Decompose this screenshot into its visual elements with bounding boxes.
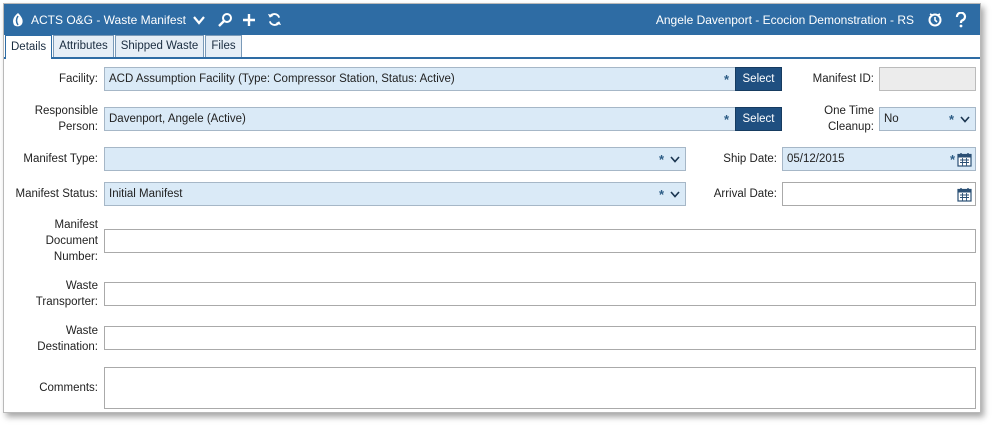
add-icon[interactable] — [238, 9, 260, 31]
manifest-type-select[interactable]: * — [104, 147, 686, 171]
manifest-type-label: Manifest Type: — [23, 153, 98, 165]
waste-transporter-label-line1: Waste — [65, 280, 98, 292]
app-title: ACTS O&G - Waste Manifest — [31, 12, 186, 27]
chevron-down-icon[interactable] — [668, 190, 682, 198]
one-time-cleanup-select[interactable]: No * — [879, 107, 976, 131]
help-icon[interactable] — [950, 9, 972, 31]
settings-clock-icon[interactable] — [924, 9, 946, 31]
arrival-date-label: Arrival Date: — [713, 188, 777, 200]
refresh-icon[interactable] — [264, 9, 286, 31]
manifest-id-label: Manifest ID: — [812, 73, 874, 85]
facility-value: ACD Assumption Facility (Type: Compresso… — [109, 73, 455, 85]
waste-destination-label-line1: Waste — [65, 325, 98, 337]
chevron-down-icon[interactable] — [188, 9, 210, 31]
manifest-document-number-input[interactable] — [104, 229, 976, 253]
ship-date-field[interactable]: 05/12/2015 * — [782, 147, 976, 171]
user-info: Angele Davenport - Ecocion Demonstration… — [655, 12, 914, 27]
responsible-person-value: Davenport, Angele (Active) — [109, 113, 246, 125]
search-icon[interactable] — [214, 9, 236, 31]
manifest-document-number-label-line2: Document — [45, 235, 98, 247]
user-area: Angele Davenport - Ecocion Demonstration… — [656, 4, 972, 35]
responsible-person-field[interactable]: Davenport, Angele (Active) * — [104, 107, 736, 131]
required-icon: * — [948, 111, 954, 127]
comments-label: Comments: — [39, 382, 98, 394]
waste-transporter-label-line2: Transporter: — [35, 296, 98, 308]
one-time-cleanup-label-line2: Cleanup: — [827, 121, 874, 133]
one-time-cleanup-label: One Time Cleanup: — [784, 103, 874, 135]
facility-label: Facility: — [59, 73, 98, 85]
manifest-document-number-label-line1: Manifest — [54, 219, 98, 231]
manifest-id-field — [879, 67, 976, 91]
responsible-person-label-line2: Person: — [58, 121, 98, 133]
manifest-document-number-label: Manifest Document Number: — [4, 217, 98, 265]
one-time-cleanup-value: No — [884, 113, 899, 125]
waste-destination-input[interactable] — [104, 326, 976, 350]
waste-transporter-input[interactable] — [104, 282, 976, 306]
waste-transporter-label: Waste Transporter: — [4, 278, 98, 310]
ship-date-label: Ship Date: — [723, 153, 777, 165]
manifest-status-select[interactable]: Initial Manifest * — [104, 182, 686, 206]
chevron-down-icon[interactable] — [668, 155, 682, 163]
required-icon: * — [658, 186, 664, 202]
required-icon: * — [723, 71, 729, 87]
required-icon: * — [723, 111, 729, 127]
waste-destination-label: Waste Destination: — [4, 323, 98, 355]
responsible-person-label-line1: Responsible — [34, 105, 98, 117]
responsible-person-label: Responsible Person: — [4, 103, 98, 135]
ship-date-value: 05/12/2015 — [787, 153, 845, 165]
required-icon: * — [658, 151, 664, 167]
required-icon: * — [949, 151, 955, 167]
tab-attributes[interactable]: Attributes — [53, 35, 114, 57]
waste-destination-label-line2: Destination: — [37, 341, 98, 353]
one-time-cleanup-label-line1: One Time — [824, 105, 874, 117]
tab-files[interactable]: Files — [205, 35, 242, 57]
tab-details[interactable]: Details — [5, 35, 53, 59]
calendar-icon[interactable] — [957, 152, 972, 167]
manifest-document-number-label-line3: Number: — [53, 251, 98, 263]
manifest-status-value: Initial Manifest — [109, 188, 183, 200]
tab-shipped-waste[interactable]: Shipped Waste — [114, 35, 205, 57]
comments-textarea[interactable] — [104, 367, 976, 409]
title-bar: ACTS O&G - Waste Manifest Angele Davenpo… — [4, 4, 980, 35]
manifest-status-label: Manifest Status: — [15, 188, 98, 200]
arrival-date-field[interactable] — [782, 182, 976, 206]
app-logo-icon — [9, 11, 27, 29]
calendar-icon[interactable] — [957, 187, 972, 202]
tab-bar: Details Attributes Shipped Waste Files — [4, 35, 980, 59]
facility-select-button[interactable]: Select — [735, 67, 782, 91]
facility-field[interactable]: ACD Assumption Facility (Type: Compresso… — [104, 67, 736, 91]
responsible-person-select-button[interactable]: Select — [735, 107, 782, 131]
waste-manifest-window: ACTS O&G - Waste Manifest Angele Davenpo… — [3, 3, 981, 413]
chevron-down-icon[interactable] — [958, 115, 972, 123]
